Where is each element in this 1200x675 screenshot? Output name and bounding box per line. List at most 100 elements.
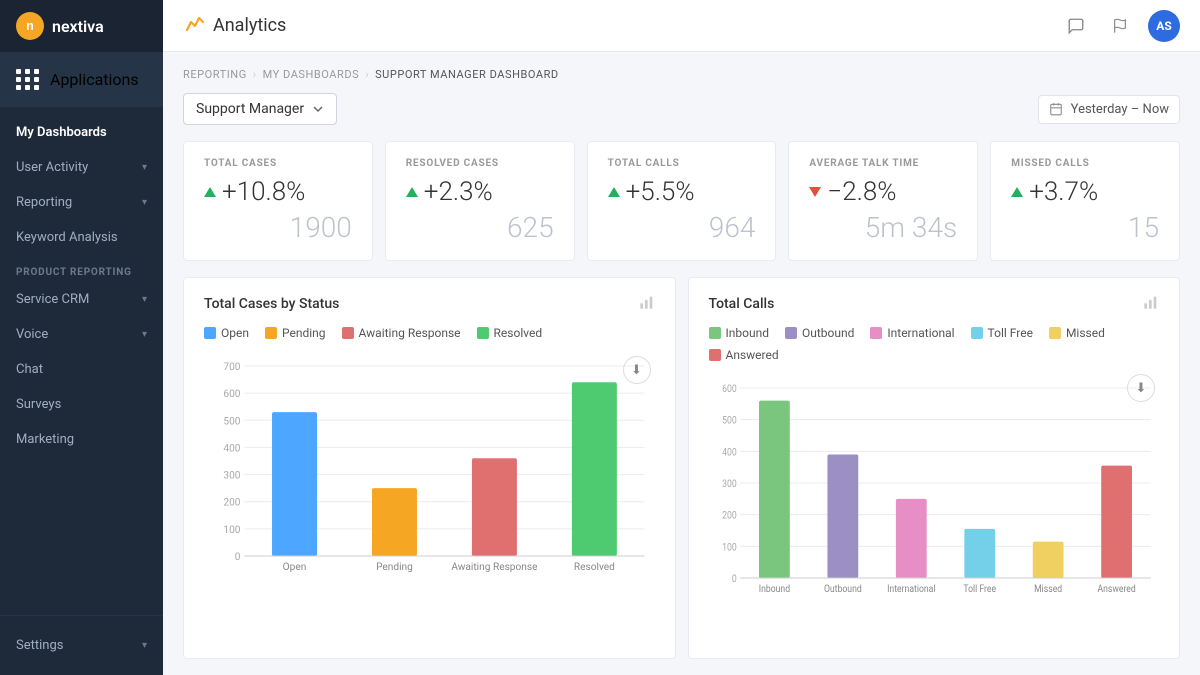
svg-text:200: 200: [722, 510, 737, 522]
kpi-label: MISSED CALLS: [1011, 158, 1159, 169]
legend-label: Missed: [1066, 326, 1105, 340]
dashboard-selector[interactable]: Support Manager: [183, 93, 337, 125]
legend-item-international: International: [870, 326, 954, 340]
sidebar-item-marketing[interactable]: Marketing: [0, 422, 163, 457]
svg-text:300: 300: [223, 471, 240, 482]
kpi-arrow-icon: [406, 187, 418, 197]
legend-color: [1049, 327, 1061, 339]
chart-type-icon[interactable]: [1143, 294, 1159, 314]
legend-item-open: Open: [204, 326, 249, 340]
dashboard-select-label: Support Manager: [196, 101, 304, 117]
kpi-arrow-icon: [809, 187, 821, 197]
sidebar-item-label: User Activity: [16, 160, 88, 175]
chart-legend: OpenPendingAwaiting ResponseResolved: [204, 326, 655, 340]
kpi-percentage: +2.3%: [424, 177, 493, 207]
logo-label: nextiva: [52, 17, 104, 36]
date-range-picker[interactable]: Yesterday – Now: [1038, 95, 1180, 124]
svg-text:Answered: Answered: [1097, 583, 1135, 595]
sidebar-item-label: Keyword Analysis: [16, 230, 118, 245]
svg-text:100: 100: [223, 525, 240, 536]
applications-label: Applications: [50, 70, 139, 89]
chart-actions: [1143, 294, 1159, 314]
sidebar-item-service-crm[interactable]: Service CRM ▾: [0, 282, 163, 317]
kpi-card-total-calls: TOTAL CALLS +5.5% 964: [587, 141, 777, 261]
legend-color: [870, 327, 882, 339]
settings-button[interactable]: Settings ▾: [16, 630, 147, 661]
content-area: Reporting › My Dashboards › Support Mana…: [163, 52, 1200, 675]
svg-text:n: n: [26, 19, 34, 33]
download-cases-button[interactable]: ⬇: [623, 356, 651, 384]
kpi-change: +2.3%: [406, 177, 554, 207]
calls-download-wrap: ⬇: [709, 374, 1160, 402]
svg-text:300: 300: [722, 478, 737, 490]
kpi-arrow-icon: [1011, 187, 1023, 197]
chevron-icon: ▾: [142, 197, 147, 208]
legend-color: [265, 327, 277, 339]
sidebar-item-my-dashboards[interactable]: My Dashboards: [0, 115, 163, 150]
total-calls-chart-card: Total Calls Inbound Outbound International…: [688, 277, 1181, 659]
flag-icon-button[interactable]: [1104, 10, 1136, 42]
kpi-percentage: +5.5%: [626, 177, 695, 207]
kpi-value: 625: [406, 211, 554, 244]
legend-label: Outbound: [802, 326, 854, 340]
svg-text:Open: Open: [283, 562, 307, 573]
download-calls-button[interactable]: ⬇: [1127, 374, 1155, 402]
sidebar-item-label: Marketing: [16, 432, 74, 447]
legend-label: International: [887, 326, 954, 340]
sidebar-item-user-activity[interactable]: User Activity ▾: [0, 150, 163, 185]
legend-item-missed: Missed: [1049, 326, 1105, 340]
sidebar-item-chat[interactable]: Chat: [0, 352, 163, 387]
sidebar-item-reporting[interactable]: Reporting ▾: [0, 185, 163, 220]
svg-text:600: 600: [223, 389, 240, 400]
topbar-actions: AS: [1060, 10, 1180, 42]
svg-text:Toll Free: Toll Free: [963, 583, 996, 595]
sidebar-item-keyword-analysis[interactable]: Keyword Analysis: [0, 220, 163, 255]
kpi-card-average-talk-time: AVERAGE TALK TIME −2.8% 5m 34s: [788, 141, 978, 261]
chart-header: Total Cases by Status: [204, 294, 655, 314]
legend-label: Inbound: [726, 326, 769, 340]
apps-grid-icon: [16, 69, 40, 90]
product-reporting-section-label: PRODUCT REPORTING: [0, 255, 163, 282]
main-content: Analytics AS Reporting › My Dashboards ›…: [163, 0, 1200, 675]
svg-text:0: 0: [731, 573, 736, 585]
sidebar-item-label: Chat: [16, 362, 43, 377]
svg-text:Resolved: Resolved: [574, 562, 615, 573]
applications-button[interactable]: Applications: [0, 52, 163, 107]
chat-icon-button[interactable]: [1060, 10, 1092, 42]
chart-header: Total Calls: [709, 294, 1160, 314]
sidebar-item-voice[interactable]: Voice ▾: [0, 317, 163, 352]
legend-item-pending: Pending: [265, 326, 326, 340]
legend-item-outbound: Outbound: [785, 326, 854, 340]
legend-color: [785, 327, 797, 339]
chart-type-icon[interactable]: [639, 294, 655, 314]
kpi-arrow-icon: [204, 187, 216, 197]
topbar: Analytics AS: [163, 0, 1200, 52]
kpi-percentage: +10.8%: [222, 177, 305, 207]
kpi-label: TOTAL CALLS: [608, 158, 756, 169]
legend-item-answered: Answered: [709, 348, 779, 362]
svg-text:Awaiting Response: Awaiting Response: [451, 562, 537, 573]
kpi-value: 964: [608, 211, 756, 244]
legend-color: [709, 349, 721, 361]
user-avatar[interactable]: AS: [1148, 10, 1180, 42]
legend-label: Awaiting Response: [359, 326, 461, 340]
chart-legend: InboundOutboundInternationalToll FreeMis…: [709, 326, 1160, 362]
svg-text:Missed: Missed: [1034, 583, 1062, 595]
legend-color: [709, 327, 721, 339]
kpi-row: TOTAL CASES +10.8% 1900 RESOLVED CASES +…: [183, 141, 1180, 261]
logo: n nextiva: [0, 0, 163, 52]
svg-text:500: 500: [722, 415, 737, 427]
svg-text:International: International: [887, 583, 935, 595]
kpi-value: 1900: [204, 211, 352, 244]
svg-text:Inbound: Inbound: [758, 583, 789, 595]
sidebar-item-label: Surveys: [16, 397, 61, 412]
cases-bar-chart-svg: 0100200300400500600700OpenPendingAwaitin…: [208, 356, 655, 596]
kpi-label: TOTAL CASES: [204, 158, 352, 169]
bar-chart-cases: 0100200300400500600700OpenPendingAwaitin…: [204, 356, 655, 596]
sidebar-footer: Settings ▾: [0, 615, 163, 675]
legend-color: [971, 327, 983, 339]
sidebar-item-label: My Dashboards: [16, 125, 107, 140]
chart-title: Total Calls: [709, 296, 775, 312]
svg-text:500: 500: [223, 416, 240, 427]
sidebar-item-surveys[interactable]: Surveys: [0, 387, 163, 422]
